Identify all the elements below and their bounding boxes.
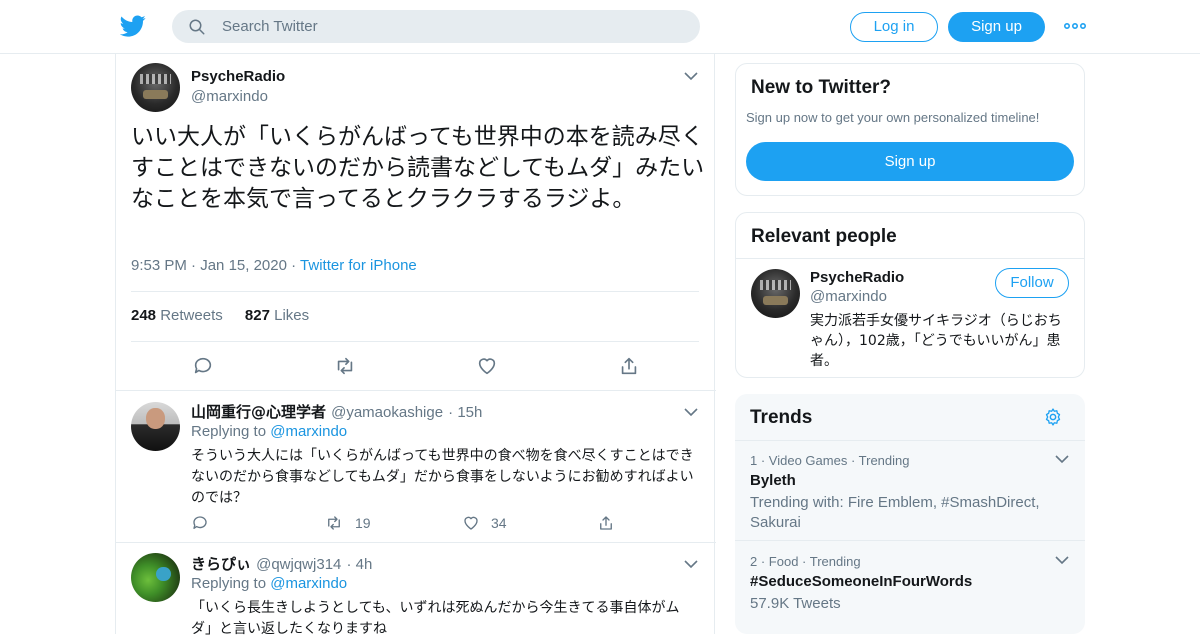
trends-card: Trends 1 · Video Games · Trending Byleth…: [735, 394, 1085, 634]
likes-stat[interactable]: 827 Likes: [245, 307, 309, 324]
trend-detail: 57.9K Tweets: [750, 595, 841, 612]
signup-button[interactable]: Sign up: [948, 12, 1045, 42]
reply-display-name[interactable]: きらぴぃ: [191, 555, 251, 573]
reply-handle[interactable]: @yamaokashige: [331, 404, 443, 421]
card-title: Relevant people: [751, 226, 897, 247]
top-bar: Log in Sign up: [0, 0, 1200, 54]
retweets-stat[interactable]: 248 Retweets: [131, 307, 223, 324]
like-heart-icon[interactable]: [476, 355, 498, 377]
like-heart-icon[interactable]: [462, 514, 480, 532]
reply-tweet[interactable]: 山岡重行@心理学者 @yamaokashige · 15h Replying t…: [116, 391, 716, 542]
replying-to: Replying to @marxindo: [191, 423, 347, 440]
reply-tweet[interactable]: きらぴぃ @qwjqwj314 · 4h Replying to @marxin…: [116, 543, 716, 643]
tweet-text: いい大人が「いくらがんばっても世界中の本を読み尽くすことはできないのだから読書な…: [131, 124, 705, 212]
replying-to: Replying to @marxindo: [191, 575, 347, 592]
card-subtitle: Sign up now to get your own personalized…: [746, 110, 1040, 125]
trend-name[interactable]: Byleth: [750, 472, 796, 489]
reply-text: そういう大人には「いくらがんばっても世界中の食べ物を食べ尽くすことはできないのだ…: [191, 448, 694, 506]
retweets-label: Retweets: [160, 307, 223, 324]
chevron-down-icon[interactable]: [1055, 555, 1069, 565]
card-title: Trends: [750, 407, 813, 428]
search-box[interactable]: [172, 10, 700, 43]
tweet-meta: 9:53 PM · Jan 15, 2020 · Twitter for iPh…: [131, 257, 417, 274]
reply-header: 山岡重行@心理学者 @yamaokashige · 15h: [191, 403, 483, 421]
trend-meta: 2 · Food · Trending: [750, 554, 861, 569]
likes-label: Likes: [274, 307, 310, 324]
person-bio: 実力派若手女優サイキラジオ（らじおちゃん），102歳，「どうでもいいがん」患者。: [810, 313, 1062, 369]
chevron-down-icon[interactable]: [684, 71, 698, 81]
trend-status: Trending: [858, 453, 910, 468]
avatar[interactable]: [131, 553, 180, 602]
more-options-icon[interactable]: [1064, 18, 1086, 34]
person-handle[interactable]: @marxindo: [810, 288, 887, 305]
retweet-icon[interactable]: [334, 355, 356, 377]
trend-category: Video Games: [768, 453, 848, 468]
reply-time[interactable]: 15h: [457, 404, 482, 421]
reply-display-name[interactable]: 山岡重行@心理学者: [191, 403, 326, 421]
main-column: PsycheRadio @marxindo いい大人が「いくらがんばっても世界中…: [115, 54, 716, 637]
share-icon[interactable]: [618, 355, 640, 377]
avatar[interactable]: [131, 63, 180, 112]
replying-label: Replying to: [191, 575, 267, 592]
twitter-logo-icon[interactable]: [120, 13, 146, 39]
avatar[interactable]: [131, 402, 180, 451]
tweet-stats: 248 Retweets 827 Likes: [131, 307, 309, 324]
reply-text: 「いくら長生きしようとしても、いずれは死ぬんだから今生きてる事自体がムダ」と言い…: [191, 600, 680, 637]
tweet-date[interactable]: Jan 15, 2020: [200, 257, 287, 274]
avatar[interactable]: [751, 269, 800, 318]
trend-item[interactable]: 1 · Video Games · Trending Byleth Trendi…: [735, 440, 1085, 540]
retweets-count: 248: [131, 307, 157, 324]
divider: [736, 258, 1084, 259]
person-display-name[interactable]: PsycheRadio: [810, 269, 904, 286]
trend-item[interactable]: 2 · Food · Trending #SeduceSomeoneInFour…: [735, 540, 1085, 624]
card-title: New to Twitter?: [751, 77, 892, 98]
retweet-count: 19: [355, 515, 371, 531]
sidebar-signup-button[interactable]: Sign up: [746, 142, 1074, 181]
follow-button[interactable]: Follow: [995, 268, 1069, 298]
trend-status: Trending: [809, 554, 861, 569]
author-handle[interactable]: @marxindo: [191, 88, 268, 105]
trend-rank: 2: [750, 554, 758, 569]
reply-header: きらぴぃ @qwjqwj314 · 4h: [191, 555, 373, 573]
trend-detail: Trending with: Fire Emblem, #SmashDirect…: [750, 494, 1040, 531]
search-input[interactable]: [222, 10, 682, 43]
chevron-down-icon[interactable]: [1055, 454, 1069, 464]
trend-meta: 1 · Video Games · Trending: [750, 453, 910, 468]
retweet-icon[interactable]: [325, 514, 343, 532]
replying-to-link[interactable]: @marxindo: [270, 575, 347, 592]
tweet-source-link[interactable]: Twitter for iPhone: [300, 257, 417, 274]
reply-icon[interactable]: [191, 514, 209, 532]
trend-name[interactable]: #SeduceSomeoneInFourWords: [750, 573, 972, 590]
replying-to-link[interactable]: @marxindo: [270, 423, 347, 440]
share-icon[interactable]: [597, 514, 615, 532]
reply-icon[interactable]: [192, 355, 214, 377]
author-display-name[interactable]: PsycheRadio: [191, 68, 285, 85]
divider: [131, 291, 699, 292]
replying-label: Replying to: [191, 423, 267, 440]
new-to-twitter-card: New to Twitter? Sign up now to get your …: [735, 63, 1085, 196]
relevant-people-card: Relevant people PsycheRadio @marxindo Fo…: [735, 212, 1085, 378]
trend-rank: 1: [750, 453, 758, 468]
trend-category: Food: [768, 554, 799, 569]
reply-time[interactable]: 4h: [356, 556, 373, 573]
chevron-down-icon[interactable]: [684, 407, 698, 417]
search-icon: [189, 19, 205, 35]
tweet-time[interactable]: 9:53 PM: [131, 257, 187, 274]
likes-count: 827: [244, 307, 270, 324]
like-count: 34: [491, 515, 507, 531]
gear-icon[interactable]: [1043, 407, 1063, 427]
chevron-down-icon[interactable]: [684, 559, 698, 569]
reply-handle[interactable]: @qwjqwj314: [256, 556, 341, 573]
login-button[interactable]: Log in: [850, 12, 938, 42]
divider: [131, 341, 699, 342]
